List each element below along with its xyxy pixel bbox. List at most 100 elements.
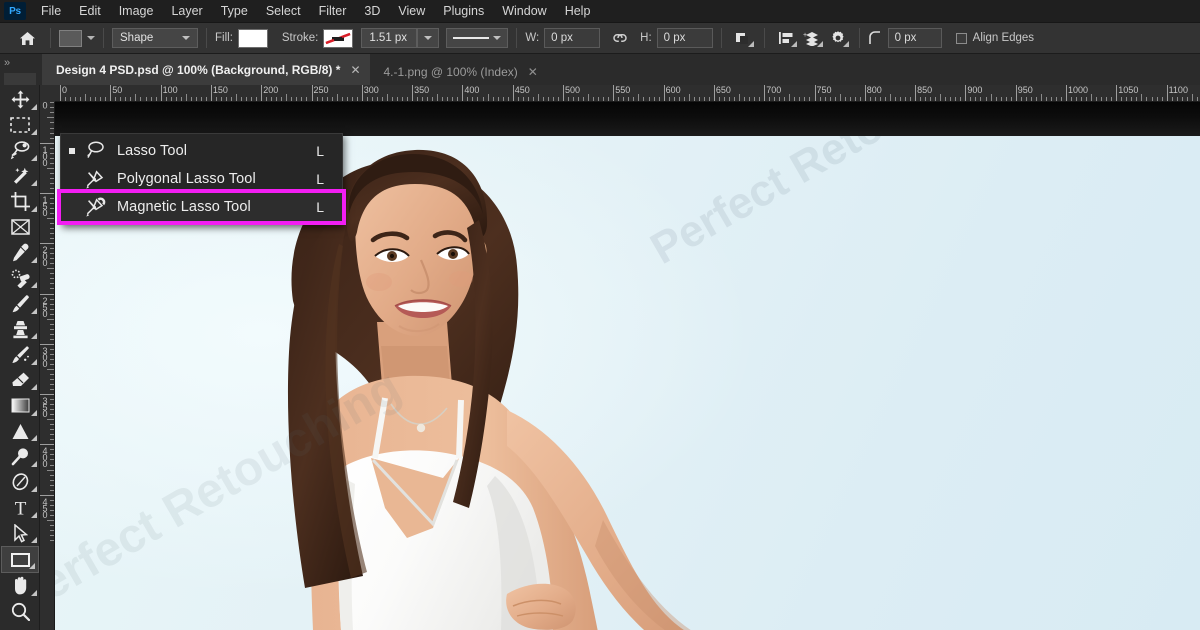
history-brush-icon [11,345,30,364]
width-input[interactable]: 0 px [544,28,600,48]
pen-tool[interactable] [0,470,40,496]
eraser-tool[interactable] [0,368,40,394]
ruler-minor-tick [885,97,886,101]
horizontal-ruler[interactable]: 0501001502002503003504004505005506006507… [55,85,1200,102]
lasso-tool-flyout-menu[interactable]: Lasso Tool L Polygonal Lasso Tool L [60,133,343,225]
ruler-tick-label: 250 [312,85,329,95]
menu-select[interactable]: Select [257,1,310,22]
menu-file[interactable]: File [32,1,70,22]
polygonal-lasso-icon [81,169,111,189]
panel-stub[interactable] [4,73,36,85]
ruler-minor-tick [980,97,981,101]
home-button[interactable] [12,31,42,46]
ruler-minor-tick [1006,97,1007,101]
spot-healing-brush-tool[interactable] [0,266,40,292]
flyout-item-polygonal-lasso-tool[interactable]: Polygonal Lasso Tool L [61,165,342,193]
no-stroke-icon [324,30,352,47]
menu-image[interactable]: Image [110,1,163,22]
ruler-minor-tick [50,490,54,491]
menu-type[interactable]: Type [212,1,257,22]
menu-plugins[interactable]: Plugins [434,1,493,22]
flyout-item-lasso-tool[interactable]: Lasso Tool L [61,137,342,165]
dodge-tool[interactable] [0,444,40,470]
document-tab-bar: » Design 4 PSD.psd @ 100% (Background, R… [0,54,1200,85]
flyout-item-magnetic-lasso-tool[interactable]: Magnetic Lasso Tool L [61,193,342,221]
ruler-minor-tick [65,97,66,101]
ruler-minor-tick [794,97,795,101]
flyout-item-label: Lasso Tool [111,143,316,159]
tool-mode-value: Shape [120,32,172,44]
fill-color-swatch[interactable] [238,29,268,48]
ruler-minor-tick [638,94,639,101]
clone-stamp-tool[interactable] [0,317,40,343]
frame-tool[interactable] [0,215,40,241]
ruler-minor-tick [50,535,54,536]
ruler-tick-label: 150 [41,195,49,215]
path-operations-button[interactable] [730,26,756,50]
path-settings-button[interactable] [825,26,851,50]
flyout-triangle-icon [31,282,37,288]
ruler-minor-tick [50,203,54,204]
ruler-minor-tick [306,97,307,101]
stroke-style-select[interactable] [446,28,508,48]
horizontal-type-tool[interactable]: T [0,495,40,521]
ruler-tick-label: 300 [41,346,49,366]
corner-radius-input[interactable]: 0 px [888,28,942,48]
history-brush-tool[interactable] [0,342,40,368]
ruler-minor-tick [1131,97,1132,101]
zoom-tool[interactable] [0,599,40,625]
ruler-minor-tick [50,208,54,209]
ruler-minor-tick [50,238,54,239]
height-input[interactable]: 0 px [657,28,713,48]
rectangle-tool[interactable] [1,546,39,573]
menu-view[interactable]: View [389,1,434,22]
path-selection-tool[interactable] [0,521,40,547]
hand-tool[interactable] [0,573,40,599]
menu-window[interactable]: Window [493,1,555,22]
flyout-triangle-icon [31,590,37,596]
vertical-ruler[interactable]: 50100150200250300350400450 [40,85,55,630]
ruler-minor-tick [1011,97,1012,101]
brush-tool[interactable] [0,291,40,317]
tab-design-4-psd[interactable]: Design 4 PSD.psd @ 100% (Background, RGB… [42,54,370,85]
ruler-minor-tick [503,97,504,101]
gradient-tool[interactable] [0,393,40,419]
ruler-minor-tick [50,389,54,390]
ruler-minor-tick [50,228,54,229]
align-edges-checkbox[interactable]: Align Edges [956,32,1034,44]
ruler-minor-tick [890,94,891,101]
stroke-color-swatch[interactable] [323,29,353,48]
link-chain-icon[interactable] [610,32,630,44]
path-arrangement-button[interactable]: + [799,26,825,50]
close-icon[interactable]: ✕ [528,65,538,79]
menu-layer[interactable]: Layer [162,1,211,22]
menu-edit[interactable]: Edit [70,1,110,22]
ruler-minor-tick [1076,97,1077,101]
menu-help[interactable]: Help [556,1,600,22]
rectangular-marquee-tool[interactable] [0,113,40,139]
tab-4-1-png[interactable]: 4.-1.png @ 100% (Index) ✕ [370,58,547,85]
shape-swatch-picker[interactable] [59,30,95,47]
move-tool[interactable] [0,87,40,113]
ruler-minor-tick [50,324,54,325]
tool-mode-select[interactable]: Shape [112,28,198,48]
ruler-major-tick [40,344,54,345]
ruler-minor-tick [1162,97,1163,101]
double-chevron-right-icon[interactable]: » [4,57,9,69]
blur-tool[interactable] [0,419,40,445]
ruler-minor-tick [47,419,54,420]
object-selection-tool[interactable] [0,164,40,190]
menu-filter[interactable]: Filter [310,1,356,22]
path-alignment-button[interactable] [773,26,799,50]
ruler-corner [40,85,55,102]
ruler-minor-tick [317,97,318,101]
eyedropper-tool[interactable] [0,240,40,266]
ruler-minor-tick [50,540,54,541]
lasso-tool[interactable] [0,138,40,164]
close-icon[interactable]: ✕ [350,63,360,77]
ruler-minor-tick [256,97,257,101]
stroke-width-dropdown[interactable] [417,28,439,48]
menu-3d[interactable]: 3D [355,1,389,22]
stroke-width-input[interactable]: 1.51 px [361,28,417,48]
crop-tool[interactable] [0,189,40,215]
